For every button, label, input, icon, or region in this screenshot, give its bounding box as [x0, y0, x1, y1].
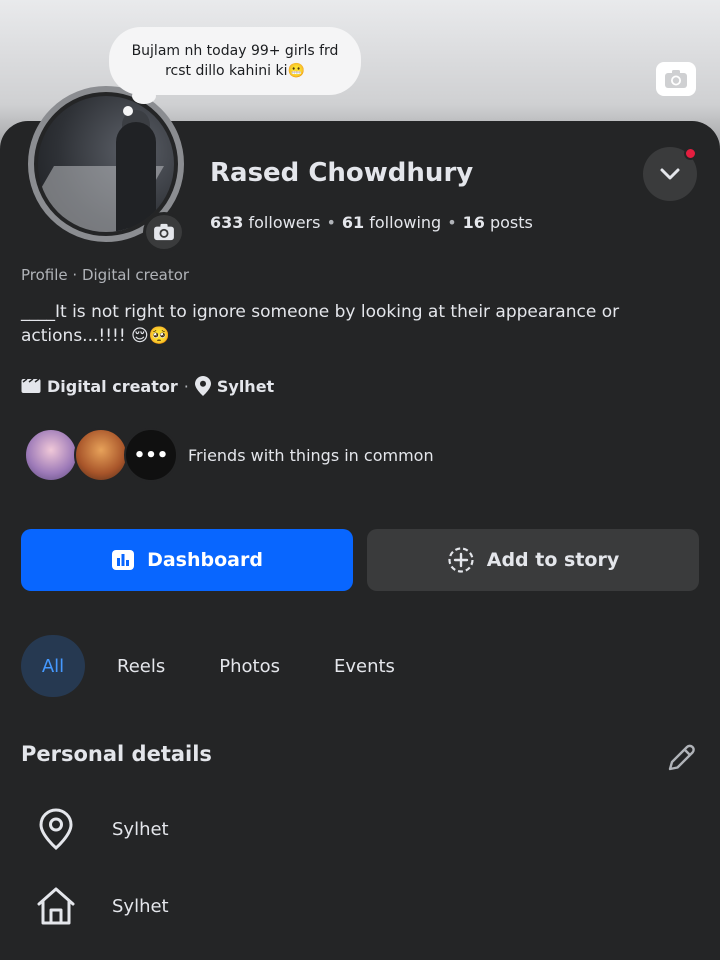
- notification-dot: [684, 147, 697, 160]
- mutual-friends-row[interactable]: ••• Friends with things in common: [24, 428, 434, 482]
- add-story-icon: [448, 547, 474, 573]
- home-icon: [37, 887, 75, 925]
- profile-category: Profile · Digital creator: [21, 266, 190, 284]
- profile-avatar[interactable]: [38, 96, 174, 232]
- detail-hometown-value: Sylhet: [112, 895, 169, 917]
- detail-hometown: Sylhet: [36, 884, 169, 928]
- profile-stats: 633 followers • 61 following • 16 posts: [210, 213, 533, 232]
- tab-all[interactable]: All: [21, 635, 85, 697]
- chevron-down-icon: [660, 168, 680, 180]
- following-link[interactable]: 61 following: [342, 213, 441, 232]
- pencil-edit-icon[interactable]: [664, 741, 698, 775]
- following-label: following: [369, 213, 442, 232]
- tab-events[interactable]: Events: [312, 635, 417, 697]
- note-text: Bujlam nh today 99+ girls frd rcst dillo…: [131, 43, 339, 79]
- cover-camera-button[interactable]: [656, 62, 696, 96]
- tab-reels[interactable]: Reels: [95, 635, 187, 697]
- location-pin-icon: [194, 376, 211, 396]
- tab-photos[interactable]: Photos: [197, 635, 302, 697]
- following-count: 61: [341, 213, 365, 232]
- posts-link[interactable]: 16 posts: [463, 213, 533, 232]
- detail-current-city: Sylhet: [36, 807, 169, 851]
- friend-avatar[interactable]: [24, 428, 78, 482]
- location-pin-icon: [39, 808, 73, 850]
- dashboard-button[interactable]: Dashboard: [21, 529, 353, 591]
- mutual-friends-label: Friends with things in common: [188, 445, 434, 465]
- profile-switcher-button[interactable]: [643, 147, 697, 201]
- profile-name: Rased Chowdhury: [210, 158, 474, 188]
- avatar-camera-button[interactable]: [143, 212, 185, 252]
- profile-intro-line: Digital creator · Sylhet: [21, 376, 274, 396]
- dashboard-icon: [112, 550, 135, 570]
- posts-count: 16: [462, 213, 485, 232]
- note-bubble-tail: [132, 88, 156, 104]
- friend-avatar[interactable]: [74, 428, 128, 482]
- more-friends-icon[interactable]: •••: [124, 428, 178, 482]
- note-bubble-tail-dot: [123, 106, 133, 116]
- followers-label: followers: [248, 213, 321, 232]
- creator-badge-icon: [21, 378, 41, 393]
- followers-count: 633: [210, 213, 244, 232]
- personal-details-heading: Personal details: [21, 742, 212, 766]
- add-to-story-button[interactable]: Add to story: [367, 529, 699, 591]
- profile-tabs: All Reels Photos Events: [21, 635, 417, 697]
- intro-location: Sylhet: [216, 376, 275, 396]
- posts-label: posts: [489, 213, 533, 232]
- profile-bio: ____It is not right to ignore someone by…: [21, 302, 620, 346]
- camera-icon: [665, 70, 687, 88]
- profile-note-bubble[interactable]: Bujlam nh today 99+ girls frd rcst dillo…: [109, 27, 361, 95]
- detail-current-city-value: Sylhet: [112, 818, 169, 840]
- add-to-story-label: Add to story: [486, 549, 620, 571]
- intro-category: Digital creator: [47, 376, 178, 396]
- dashboard-button-label: Dashboard: [147, 549, 263, 571]
- followers-link[interactable]: 633 followers: [210, 213, 320, 232]
- camera-icon: [154, 223, 174, 241]
